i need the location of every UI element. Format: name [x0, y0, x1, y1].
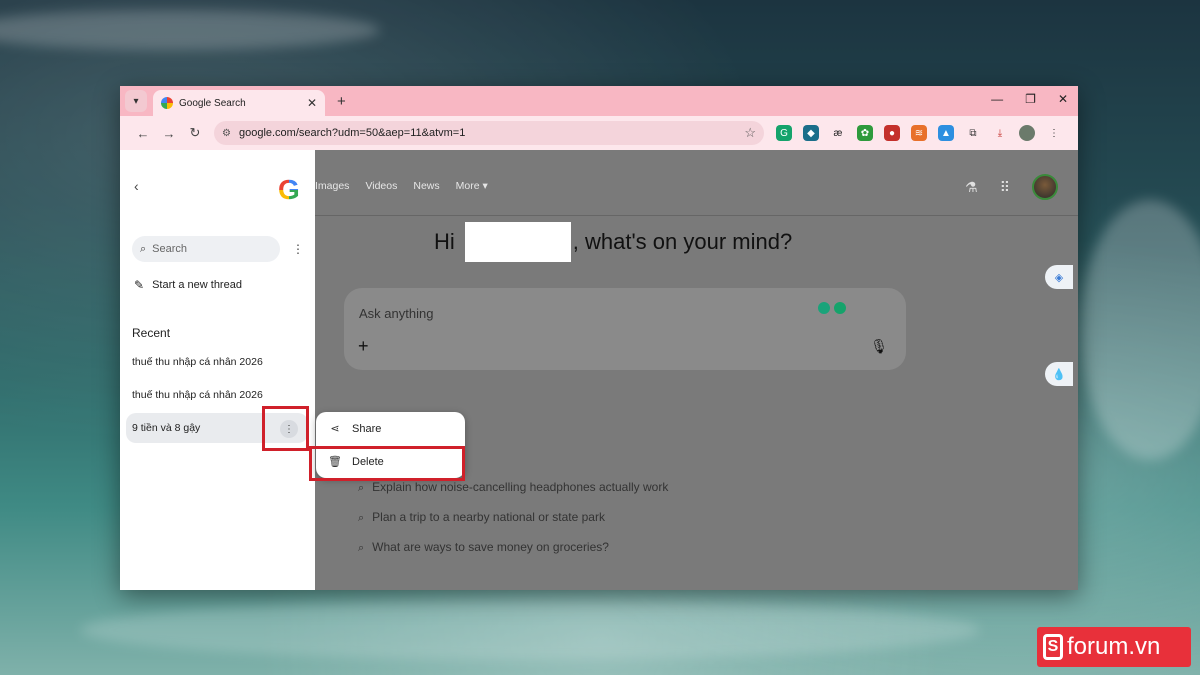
greeting-heading: Hi , what's on your mind? [434, 222, 792, 262]
suggestion-item[interactable]: ⌕ Plan a trip to a nearby national or sta… [358, 510, 605, 525]
suggestion-text: Plan a trip to a nearby national or stat… [372, 510, 605, 524]
wave-decoration [0, 10, 380, 50]
search-icon: ⌕ [140, 242, 147, 255]
restore-button[interactable]: ❐ [1025, 92, 1036, 106]
ai-mode-sidebar: ‹ G ⌕ Search ⋮ ✎ Start a new thread Rece… [120, 150, 315, 590]
collapse-sidebar-icon[interactable]: ‹ [134, 178, 139, 194]
tab-images[interactable]: Images [315, 180, 349, 192]
suggestion-item[interactable]: ⌕ What are ways to save money on grocerie… [358, 540, 609, 555]
microphone-icon[interactable]: 🎙 [870, 338, 888, 355]
wave-decoration [1080, 200, 1200, 460]
tab-google-search[interactable]: Google Search ✕ [153, 90, 325, 116]
extension-icon[interactable]: ✿ [857, 125, 873, 141]
tab-search-button[interactable]: ▾ [125, 90, 147, 112]
tab-title: Google Search [179, 97, 246, 109]
new-thread-button[interactable]: ✎ Start a new thread [134, 278, 242, 292]
browser-menu-icon[interactable]: ⋮ [1046, 125, 1062, 141]
share-label: Share [352, 422, 382, 435]
address-bar[interactable]: ⚙ google.com/search?udm=50&aep=11&atvm=1… [214, 121, 764, 145]
back-arrow-icon[interactable]: ← [130, 126, 156, 141]
floating-extension-icon[interactable]: ◈ [1045, 265, 1073, 289]
labs-flask-icon[interactable]: ⚗ [965, 179, 978, 196]
lightbulb-icon[interactable] [818, 302, 830, 314]
new-tab-button[interactable]: + [337, 93, 346, 110]
edit-icon: ✎ [134, 278, 145, 292]
page-content: Images Videos News More ▾ ⚗ ⠿ Hi , what'… [120, 150, 1078, 590]
sforum-logo-icon: S [1043, 634, 1063, 660]
extensions-bar: G ◆ æ ✿ ● ≋ ▲ ⧉ ⤓ ⋮ [776, 125, 1062, 141]
tab-close-icon[interactable]: ✕ [307, 96, 317, 110]
puzzle-extensions-icon[interactable]: ⧉ [965, 125, 981, 141]
new-thread-label: Start a new thread [152, 279, 242, 291]
close-window-button[interactable]: ✕ [1058, 92, 1068, 106]
greeting-prefix: Hi [434, 229, 455, 254]
share-icon: ⋖ [330, 423, 340, 435]
minimize-button[interactable]: — [991, 92, 1003, 106]
extension-icon[interactable]: ≋ [911, 125, 927, 141]
tab-videos[interactable]: Videos [365, 180, 397, 192]
greeting-suffix: , what's on your mind? [572, 229, 793, 254]
suggestion-text: What are ways to save money on groceries… [372, 540, 609, 554]
download-icon[interactable]: ⤓ [992, 125, 1008, 141]
account-avatar[interactable] [1032, 174, 1058, 200]
suggestion-item[interactable]: ⌕ Explain how noise-cancelling headphones… [358, 480, 668, 495]
grammarly-extension-icon[interactable]: G [776, 125, 792, 141]
sidebar-search-input[interactable]: ⌕ Search [132, 236, 280, 262]
forward-arrow-icon[interactable]: → [156, 126, 182, 141]
grammarly-badge-icon[interactable] [834, 302, 846, 314]
profile-avatar-icon[interactable] [1019, 125, 1035, 141]
thread-label: thuế thu nhập cá nhân 2026 [132, 389, 263, 401]
watermark-logo: S forum.vn [1037, 627, 1191, 667]
sidebar-more-icon[interactable]: ⋮ [292, 242, 304, 256]
tab-bar: ▾ Google Search ✕ + — ❐ ✕ [120, 86, 1078, 116]
add-attachment-icon[interactable]: + [358, 336, 369, 357]
highlight-kebab-box [262, 406, 309, 451]
suggestion-text: Explain how noise-cancelling headphones … [372, 480, 669, 494]
apps-grid-icon[interactable]: ⠿ [1000, 179, 1010, 196]
google-favicon-icon [161, 97, 173, 109]
browser-window: ▾ Google Search ✕ + — ❐ ✕ ← → ↻ ⚙ google… [120, 86, 1078, 590]
thread-label: 9 tiền và 8 gậy [132, 422, 201, 434]
floating-drop-icon[interactable]: 💧 [1045, 362, 1073, 386]
extension-icon[interactable]: ● [884, 125, 900, 141]
bookmark-star-icon[interactable]: ☆ [744, 125, 756, 141]
ask-input[interactable]: Ask anything + 🎙 [344, 288, 906, 370]
sparkle-search-icon: ⌕ [358, 512, 365, 524]
redacted-name [464, 222, 571, 262]
input-badges [818, 302, 846, 314]
extension-icon[interactable]: ◆ [803, 125, 819, 141]
tab-news[interactable]: News [413, 180, 439, 192]
recent-thread-item[interactable]: thuế thu nhập cá nhân 2026 [126, 347, 308, 377]
ae-extension-icon[interactable]: æ [830, 125, 846, 141]
browser-toolbar: ← → ↻ ⚙ google.com/search?udm=50&aep=11&… [120, 116, 1078, 150]
search-tabs: Images Videos News More ▾ [315, 180, 488, 192]
search-nav: Images Videos News More ▾ ⚗ ⠿ [315, 150, 1078, 216]
window-controls: — ❐ ✕ [991, 92, 1068, 106]
tab-more[interactable]: More ▾ [456, 180, 488, 192]
recent-heading: Recent [132, 326, 171, 340]
url-text: google.com/search?udm=50&aep=11&atvm=1 [238, 127, 466, 139]
extension-icon[interactable]: ▲ [938, 125, 954, 141]
sparkle-search-icon: ⌕ [358, 482, 365, 494]
sparkle-search-icon: ⌕ [358, 542, 365, 554]
wave-decoration [80, 600, 980, 660]
header-actions: ⚗ ⠿ [965, 174, 1058, 200]
google-logo-icon: G [278, 174, 300, 205]
ask-placeholder: Ask anything [359, 306, 434, 321]
reload-icon[interactable]: ↻ [182, 125, 208, 141]
search-placeholder: Search [152, 243, 188, 255]
highlight-delete-box [309, 446, 465, 481]
site-info-icon[interactable]: ⚙ [222, 128, 231, 139]
watermark-text: forum.vn [1067, 633, 1161, 660]
thread-label: thuế thu nhập cá nhân 2026 [132, 356, 263, 368]
share-menu-item[interactable]: ⋖ Share [328, 422, 382, 436]
